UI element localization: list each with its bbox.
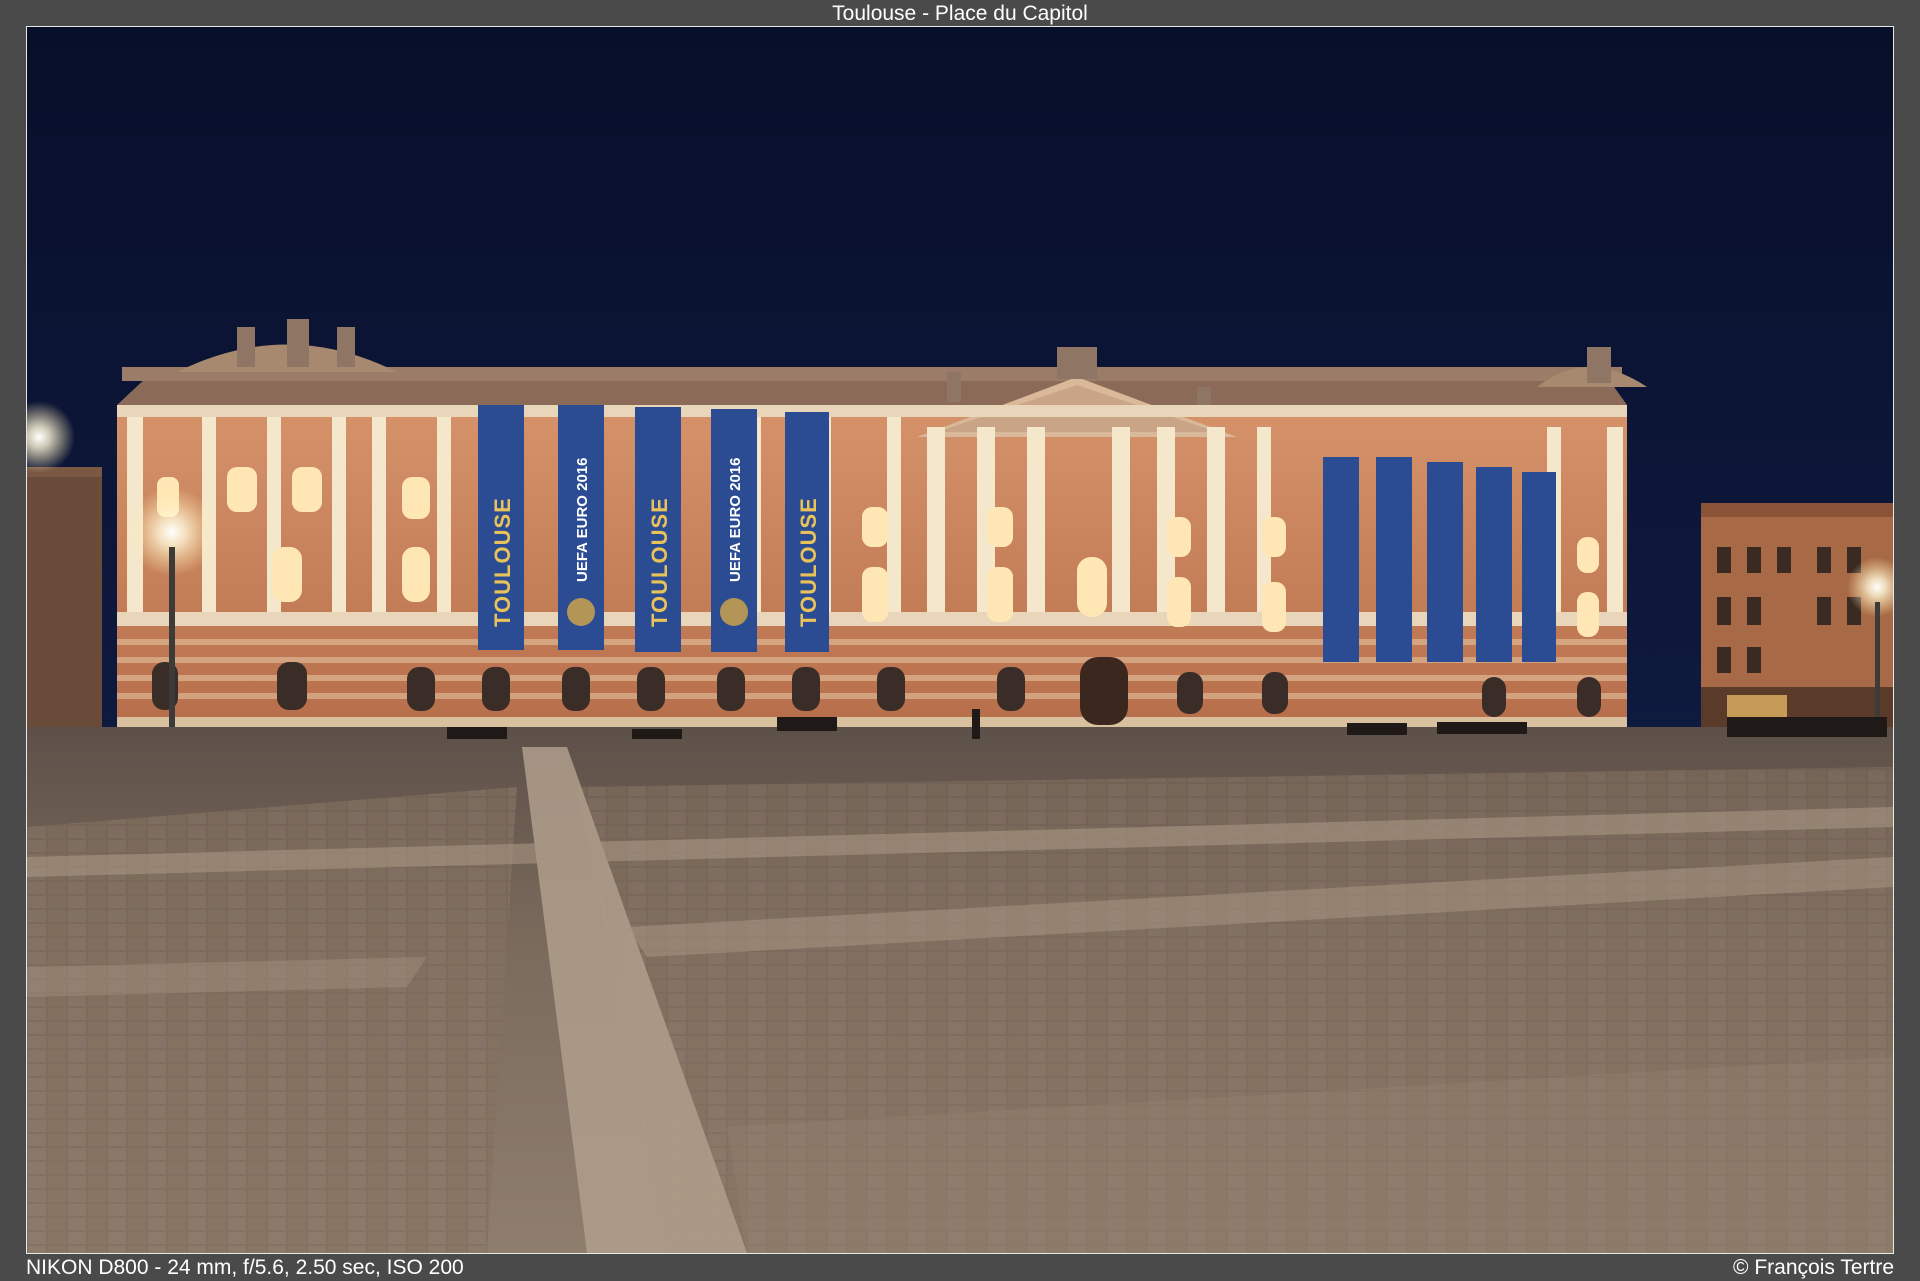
banner-text: UEFA EURO 2016 (727, 458, 744, 583)
photo-frame: TOULOUSE UEFA EURO 2016 TOULOUSE UEFA EU… (26, 26, 1894, 1254)
photo-credit: © François Tertre (1733, 1256, 1894, 1279)
square-paving (27, 727, 1893, 1253)
banner-text: TOULOUSE (490, 497, 515, 627)
banner-text: TOULOUSE (796, 497, 821, 627)
banner-text: UEFA EURO 2016 (574, 458, 591, 583)
left-building (27, 467, 102, 757)
photo-image: TOULOUSE UEFA EURO 2016 TOULOUSE UEFA EU… (27, 27, 1893, 1253)
photo-title: Toulouse - Place du Capitol (832, 2, 1088, 25)
exif-info: NIKON D800 - 24 mm, f/5.6, 2.50 sec, ISO… (26, 1256, 464, 1279)
right-building (1701, 503, 1893, 743)
banner-text: TOULOUSE (647, 497, 672, 627)
capitole-building (117, 319, 1647, 727)
photo-footer: NIKON D800 - 24 mm, f/5.6, 2.50 sec, ISO… (26, 1254, 1894, 1281)
